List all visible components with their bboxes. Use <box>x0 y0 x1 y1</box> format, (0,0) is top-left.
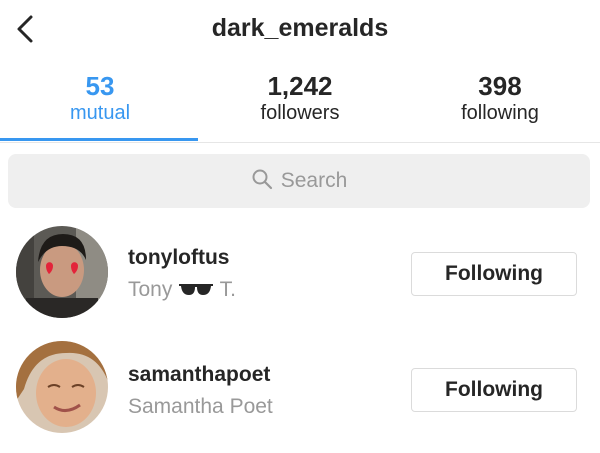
search-placeholder: Search <box>280 169 348 192</box>
username[interactable]: tonyloftus <box>128 246 229 270</box>
header: dark_emeralds <box>0 0 600 60</box>
avatar-image <box>16 341 108 433</box>
tab-followers[interactable]: 1,242 followers <box>200 62 400 142</box>
tab-count: 1,242 <box>267 71 333 101</box>
tab-bar: 53 mutual 1,242 followers 398 following <box>0 62 600 143</box>
full-name-first: Tony <box>128 278 173 301</box>
tab-count: 398 <box>478 71 522 101</box>
full-name-last: T. <box>219 278 237 301</box>
following-button[interactable]: Following <box>411 368 577 412</box>
active-tab-indicator <box>0 138 198 141</box>
page-title: dark_emeralds <box>211 14 389 42</box>
tab-following[interactable]: 398 following <box>400 62 600 142</box>
tab-label: following <box>461 102 539 124</box>
sunglasses-icon <box>179 284 214 295</box>
search-placeholder-row: Search <box>8 168 590 193</box>
avatar-image <box>16 226 108 318</box>
list-item: tonyloftus Tony T. Following <box>0 218 600 328</box>
tab-mutual[interactable]: 53 mutual <box>0 62 200 142</box>
tab-count: 53 <box>85 71 115 101</box>
list-item: samanthapoet Samantha Poet Following <box>0 333 600 443</box>
avatar[interactable] <box>16 226 108 318</box>
full-name: Samantha Poet <box>128 395 273 418</box>
search-icon <box>252 169 272 190</box>
avatar[interactable] <box>16 341 108 433</box>
username[interactable]: samanthapoet <box>128 363 270 387</box>
full-name: Tony T. <box>128 278 236 302</box>
following-button[interactable]: Following <box>411 252 577 296</box>
search-input[interactable]: Search <box>8 154 590 208</box>
tab-label: followers <box>260 102 340 124</box>
tab-label: mutual <box>69 102 131 124</box>
